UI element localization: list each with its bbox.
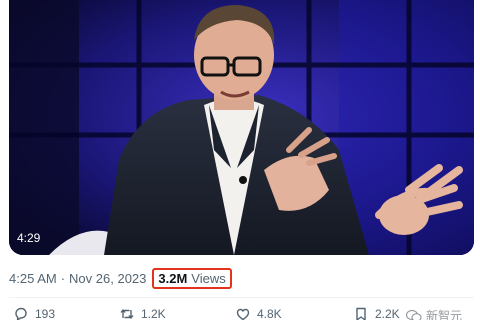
meta-separator: · <box>60 270 66 286</box>
reply-count: 193 <box>35 307 56 320</box>
post-date[interactable]: Nov 26, 2023 <box>69 271 146 286</box>
repost-button[interactable]: 1.2K <box>119 306 166 320</box>
watermark: 新智元 <box>406 307 462 320</box>
wechat-logo-icon <box>406 309 422 320</box>
repost-count: 1.2K <box>141 307 166 320</box>
divider <box>9 297 474 298</box>
video-frame-image <box>9 0 474 255</box>
views-count: 3.2M <box>158 270 188 286</box>
repost-icon <box>120 309 134 319</box>
views-label: Views <box>191 270 226 286</box>
like-button[interactable]: 4.8K <box>235 306 282 320</box>
bookmark-button[interactable]: 2.2K <box>353 306 400 320</box>
post-meta-row: 4:25 AM · Nov 26, 2023 3.2M Views <box>9 267 232 289</box>
reply-icon <box>15 307 27 320</box>
video-player[interactable]: 4:29 <box>9 0 474 255</box>
reply-button[interactable]: 193 <box>13 306 55 320</box>
views-highlight: 3.2M Views <box>152 267 232 289</box>
bookmark-count: 2.2K <box>375 307 400 320</box>
post-time[interactable]: 4:25 AM <box>9 271 57 286</box>
watermark-text: 新智元 <box>426 309 463 320</box>
like-count: 4.8K <box>257 307 282 320</box>
video-duration-badge: 4:29 <box>17 231 41 245</box>
bookmark-icon <box>356 307 366 320</box>
like-icon <box>236 308 250 320</box>
post-action-bar: 193 1.2K 4.8K 2.2K <box>9 306 474 320</box>
